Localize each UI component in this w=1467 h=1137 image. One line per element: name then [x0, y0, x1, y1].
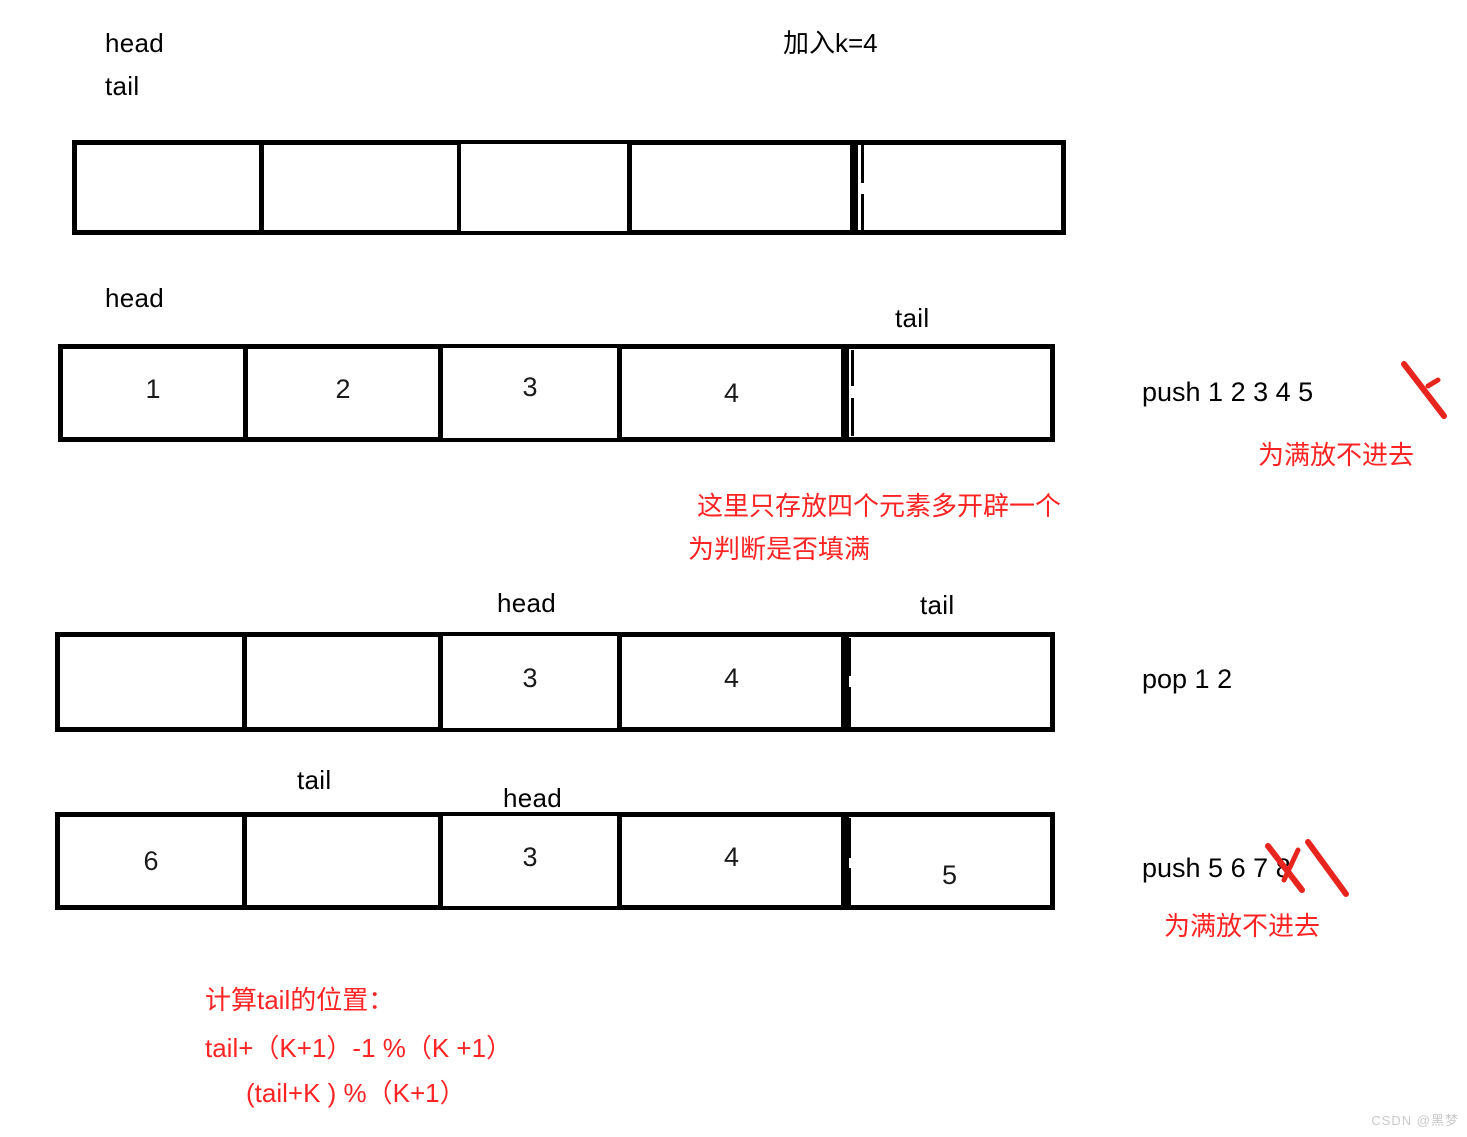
- row3-head-label: head: [497, 588, 557, 618]
- strike-through-8-icon: [1305, 839, 1349, 897]
- strike-through-5-icon: [1401, 361, 1447, 419]
- full-note-1: 为满放不进去: [1258, 440, 1415, 470]
- pop-op: pop 1 2: [1142, 664, 1233, 694]
- spare-divider-tick: [861, 145, 864, 183]
- empty-queue-row: [72, 140, 1066, 235]
- csdn-watermark: CSDN @黑梦: [1371, 1113, 1459, 1128]
- spare-divider-tick: [861, 194, 864, 232]
- spare-divider-tick: [848, 638, 851, 676]
- filled-queue-row: 1 2 3 4: [58, 344, 1055, 442]
- diagram-canvas: 加入k=4 head tail head tail 1 2 3 4 push 1…: [0, 0, 1467, 1137]
- cell-value: 3: [522, 662, 538, 693]
- push-overflow-op: push 1 2 3 4 5: [1142, 377, 1314, 407]
- queue-cell: 1: [58, 344, 248, 442]
- queue-cell: 6: [55, 812, 247, 910]
- queue-cell-spare: [844, 632, 1055, 732]
- formula-title: 计算tail的位置：: [205, 985, 395, 1015]
- row4-tail-label: tail: [297, 765, 332, 795]
- queue-cell: 4: [617, 632, 846, 732]
- spare-divider-tick: [848, 868, 851, 906]
- queue-cell: [242, 632, 443, 732]
- push-wrap-overflow-op: push 5 6 7 8: [1142, 853, 1291, 883]
- cell-value: 4: [723, 662, 740, 693]
- row2-head-label: head: [105, 283, 165, 313]
- row3-tail-label: tail: [920, 590, 955, 620]
- queue-cell: [259, 140, 462, 235]
- queue-cell-spare: [853, 140, 1066, 235]
- formula-line-2: (tail+K ) %（K+1）: [246, 1078, 466, 1108]
- capacity-note-line1: 这里只存放四个元素多开辟一个: [697, 491, 1062, 521]
- cell-value: 1: [145, 373, 161, 404]
- capacity-note-line2: 为判断是否填满: [688, 534, 871, 564]
- cell-value: 6: [143, 845, 159, 876]
- queue-cell: [242, 812, 443, 910]
- cell-value: 2: [335, 373, 351, 404]
- queue-cell-spare: [844, 344, 1055, 442]
- cell-value: 5: [941, 859, 958, 890]
- cell-value: 4: [723, 841, 740, 872]
- spare-divider-tick: [848, 687, 851, 727]
- full-note-2: 为满放不进去: [1164, 911, 1321, 941]
- queue-cell: [627, 140, 855, 235]
- queue-cell: 4: [617, 812, 846, 910]
- spare-divider-tick: [851, 398, 854, 436]
- spare-divider-tick: [848, 818, 851, 858]
- queue-cell: 3: [439, 812, 621, 910]
- row2-tail-label: tail: [895, 303, 930, 333]
- cell-value: 4: [723, 377, 740, 408]
- queue-cell: [457, 140, 631, 235]
- formula-line-1: tail+（K+1）-1 %（K +1）: [205, 1033, 513, 1063]
- queue-cell: 3: [439, 632, 621, 732]
- queue-cell: 2: [243, 344, 443, 442]
- queue-cell-spare: 5: [844, 812, 1055, 910]
- cell-value: 3: [522, 841, 538, 872]
- queue-cell: 3: [439, 344, 621, 442]
- queue-cell: [72, 140, 264, 235]
- row1-tail-label: tail: [105, 71, 140, 101]
- k-value-note: 加入k=4: [783, 28, 878, 58]
- spare-divider-tick: [851, 350, 854, 386]
- wrapped-queue-row: 6 3 4 5: [55, 812, 1055, 910]
- after-pop-queue-row: 3 4: [55, 632, 1055, 732]
- queue-cell: [55, 632, 247, 732]
- row1-head-label: head: [105, 28, 165, 58]
- row4-head-label: head: [503, 783, 563, 813]
- cell-value: 3: [522, 371, 538, 402]
- queue-cell: 4: [617, 344, 846, 442]
